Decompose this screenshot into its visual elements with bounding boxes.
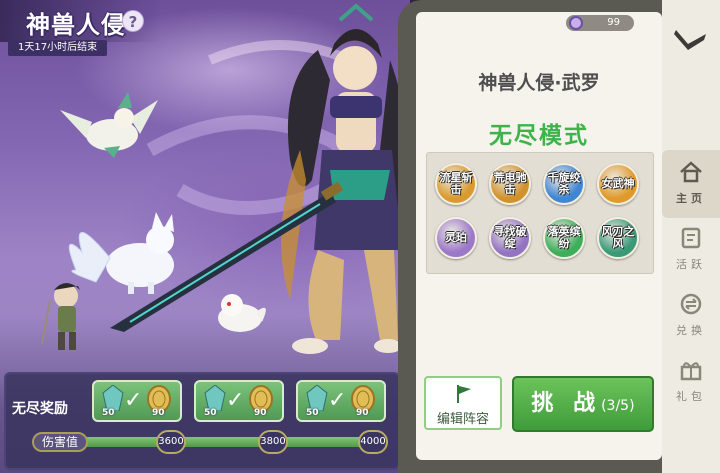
damage-milestone-3: 4000 bbox=[358, 430, 388, 454]
mode-title: 无尽模式 bbox=[489, 123, 589, 149]
claimed-check-icon: ✓ bbox=[226, 388, 245, 413]
damage-label: 伤害值 bbox=[32, 432, 88, 452]
battle-scene: 神兽人侵 ? 1天17小时后结束 无尽奖励 50 ✓ 90 50 ✓ 90 50… bbox=[0, 0, 410, 473]
claimed-check-icon: ✓ bbox=[124, 388, 143, 413]
flag-icon bbox=[457, 385, 471, 403]
damage-progress-fill bbox=[84, 437, 369, 447]
coin-amount: 90 bbox=[152, 408, 165, 418]
gem-amount: 50 bbox=[204, 408, 217, 418]
gem-amount: 50 bbox=[306, 408, 319, 418]
nav-activity[interactable]: 活跃 bbox=[662, 216, 720, 284]
skill-icon-8[interactable]: 风刃之风 bbox=[597, 217, 639, 259]
skill-label: 千旋绞杀 bbox=[547, 171, 581, 196]
challenge-count: (3/5) bbox=[601, 398, 635, 414]
damage-progress-bar bbox=[84, 437, 380, 447]
edit-lineup-button[interactable]: 编辑阵容 bbox=[424, 376, 502, 430]
exchange-icon bbox=[680, 293, 702, 315]
nav-exchange[interactable]: 兑换 bbox=[662, 282, 720, 350]
reward-chest-3[interactable]: 50 ✓ 90 bbox=[296, 380, 386, 422]
boy-character bbox=[41, 283, 80, 350]
reward-chest-2[interactable]: 50 ✓ 90 bbox=[194, 380, 284, 422]
nav-home-label: 主页 bbox=[676, 192, 706, 205]
reward-panel: 无尽奖励 50 ✓ 90 50 ✓ 90 50 ✓ 90 伤害值 3600 38… bbox=[4, 372, 400, 470]
challenge-label: 挑 战 bbox=[531, 391, 602, 416]
help-button[interactable]: ? bbox=[122, 10, 144, 32]
nav-home[interactable]: 主页 bbox=[662, 150, 720, 218]
nav-gift-label: 礼包 bbox=[676, 390, 706, 403]
back-logo-icon[interactable] bbox=[674, 26, 708, 52]
skill-label: 落英缤纷 bbox=[547, 225, 581, 250]
skill-icon-7[interactable]: 落英缤纷 bbox=[543, 217, 585, 259]
event-title: 神兽人侵 bbox=[26, 11, 126, 39]
reward-chest-1[interactable]: 50 ✓ 90 bbox=[92, 380, 182, 422]
skill-icon-4[interactable]: 女武神 bbox=[597, 163, 639, 205]
skill-label: 荒电驰击 bbox=[493, 171, 527, 196]
damage-milestone-1: 3600 bbox=[156, 430, 186, 454]
skill-icon-5[interactable]: 灵珀 bbox=[435, 217, 477, 259]
gem-amount: 50 bbox=[102, 408, 115, 418]
skill-label: 灵珀 bbox=[445, 231, 467, 244]
nav-gift[interactable]: 礼包 bbox=[662, 348, 720, 416]
skill-icon-3[interactable]: 千旋绞杀 bbox=[543, 163, 585, 205]
damage-milestone-2: 3800 bbox=[258, 430, 288, 454]
skill-label: 风刃之风 bbox=[601, 225, 635, 250]
skill-icon-6[interactable]: 寻找破绽 bbox=[489, 217, 531, 259]
endless-reward-label: 无尽奖励 bbox=[12, 401, 68, 417]
bird-pet bbox=[60, 92, 158, 158]
skill-icon-1[interactable]: 流星斩击 bbox=[435, 163, 477, 205]
gift-icon bbox=[680, 362, 702, 381]
side-nav: 主页 活跃 兑换 礼包 bbox=[662, 0, 720, 473]
power-icon bbox=[569, 16, 583, 30]
boss-name: 神兽人侵·武罗 bbox=[478, 72, 600, 94]
activity-icon bbox=[681, 227, 701, 249]
skills-box: 流星斩击 荒电驰击 千旋绞杀 女武神 灵珀 寻找破绽 落英缤纷 风刃之风 bbox=[426, 152, 654, 274]
nav-exchange-label: 兑换 bbox=[676, 324, 706, 337]
home-icon bbox=[680, 161, 702, 183]
challenge-button[interactable]: 挑 战(3/5) bbox=[512, 376, 654, 432]
claimed-check-icon: ✓ bbox=[328, 388, 347, 413]
skill-label: 女武神 bbox=[601, 177, 635, 190]
nav-activity-label: 活跃 bbox=[676, 258, 706, 271]
skill-label: 寻找破绽 bbox=[493, 225, 527, 250]
event-timer: 1天17小时后结束 bbox=[8, 40, 108, 56]
edit-lineup-label: 编辑阵容 bbox=[436, 412, 489, 427]
coin-amount: 90 bbox=[254, 408, 267, 418]
skill-label: 流星斩击 bbox=[439, 171, 473, 196]
white-beast-pet bbox=[218, 294, 266, 332]
coin-amount: 90 bbox=[356, 408, 369, 418]
fox-pet bbox=[68, 212, 174, 294]
boss-wuluo bbox=[110, 3, 408, 354]
skill-icon-2[interactable]: 荒电驰击 bbox=[489, 163, 531, 205]
